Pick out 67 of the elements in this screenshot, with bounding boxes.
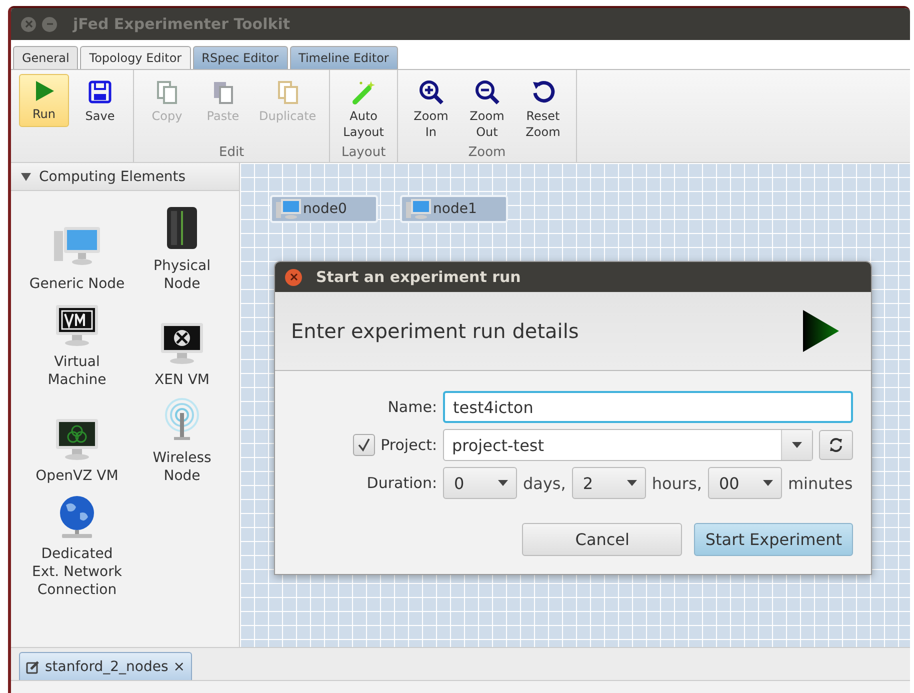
palette-item[interactable]: Physical Node bbox=[154, 257, 210, 293]
tab[interactable]: Timeline Editor bbox=[290, 46, 398, 69]
toolbar-button[interactable]: Zoom In bbox=[406, 74, 456, 145]
dialog-title: Start an experiment run bbox=[316, 268, 521, 286]
tab[interactable]: RSpec Editor bbox=[192, 46, 288, 69]
refresh-button[interactable] bbox=[819, 430, 853, 460]
close-icon bbox=[290, 273, 298, 281]
node[interactable]: node0 bbox=[270, 195, 378, 223]
palette-item[interactable]: Generic Node bbox=[29, 275, 125, 293]
dropdown-arrow-icon bbox=[762, 480, 773, 486]
name-field[interactable]: test4icton bbox=[443, 391, 853, 423]
field-label: Name: bbox=[386, 398, 437, 416]
node-label: node1 bbox=[433, 201, 477, 217]
check-icon bbox=[356, 438, 371, 452]
tab[interactable]: Topology Editor bbox=[80, 46, 191, 69]
unit-label: days, bbox=[523, 474, 566, 492]
hours-dropdown[interactable]: 2 bbox=[572, 467, 646, 499]
copy-icon bbox=[154, 79, 180, 105]
window-title: jFed Experimenter Toolkit bbox=[73, 15, 290, 33]
palette-item[interactable]: XEN VM bbox=[154, 371, 210, 389]
toolbar-button[interactable]: Reset Zoom bbox=[518, 74, 568, 145]
start-button[interactable]: Start Experiment bbox=[694, 523, 853, 556]
node[interactable]: node1 bbox=[400, 195, 508, 223]
toolbar-button[interactable]: Zoom Out bbox=[462, 74, 512, 145]
zoom-out-icon bbox=[474, 79, 500, 105]
magic-wand-icon bbox=[350, 79, 377, 105]
play-icon bbox=[801, 308, 841, 354]
zoom-in-icon bbox=[418, 79, 444, 105]
close-icon[interactable]: × bbox=[173, 658, 185, 674]
computer-icon bbox=[406, 198, 432, 220]
node-label: node0 bbox=[303, 201, 347, 217]
toolbar-button[interactable]: Run bbox=[19, 74, 69, 127]
palette-item[interactable]: Wireless Node bbox=[152, 449, 212, 485]
field-label: Duration: bbox=[366, 474, 437, 492]
close-button[interactable] bbox=[285, 268, 302, 286]
unit-label: hours, bbox=[652, 474, 702, 492]
edit-icon bbox=[26, 660, 40, 674]
document-tab[interactable]: stanford_2_nodes × bbox=[19, 652, 192, 680]
palette-item[interactable]: OpenVZ VM bbox=[36, 467, 118, 485]
caret-icon bbox=[21, 172, 31, 180]
section-title: Computing Elements bbox=[39, 168, 186, 184]
days-dropdown[interactable]: 0 bbox=[443, 467, 517, 499]
toolbar-button[interactable]: Auto Layout bbox=[338, 74, 389, 145]
minutes-dropdown[interactable]: 00 bbox=[708, 467, 782, 499]
palette-item[interactable]: Dedicated Ext. Network Connection bbox=[32, 545, 122, 599]
cancel-button[interactable]: Cancel bbox=[522, 523, 682, 556]
group-label: Zoom bbox=[467, 145, 507, 160]
toolbar-button[interactable]: Save bbox=[75, 74, 125, 129]
checkbox[interactable] bbox=[352, 434, 375, 456]
group-label: Layout bbox=[340, 145, 387, 160]
dialog-heading: Enter experiment run details bbox=[291, 319, 579, 343]
close-icon bbox=[24, 20, 32, 28]
tab-label: stanford_2_nodes bbox=[45, 658, 168, 674]
dropdown-arrow-icon bbox=[792, 442, 802, 448]
minimize-icon bbox=[46, 20, 54, 28]
unit-label: minutes bbox=[788, 474, 853, 492]
field-label: Project: bbox=[380, 436, 437, 454]
close-button[interactable] bbox=[21, 16, 36, 32]
tab[interactable]: General bbox=[13, 46, 78, 69]
minimize-button[interactable] bbox=[42, 16, 57, 32]
project-dropdown[interactable]: project-test bbox=[443, 429, 813, 461]
dropdown-arrow-icon bbox=[626, 480, 637, 486]
palette-item[interactable]: Virtual Machine bbox=[48, 353, 106, 389]
dropdown-arrow-icon bbox=[498, 480, 508, 486]
refresh-icon bbox=[828, 437, 844, 453]
group-label: Edit bbox=[218, 145, 246, 160]
computer-icon bbox=[276, 198, 302, 220]
